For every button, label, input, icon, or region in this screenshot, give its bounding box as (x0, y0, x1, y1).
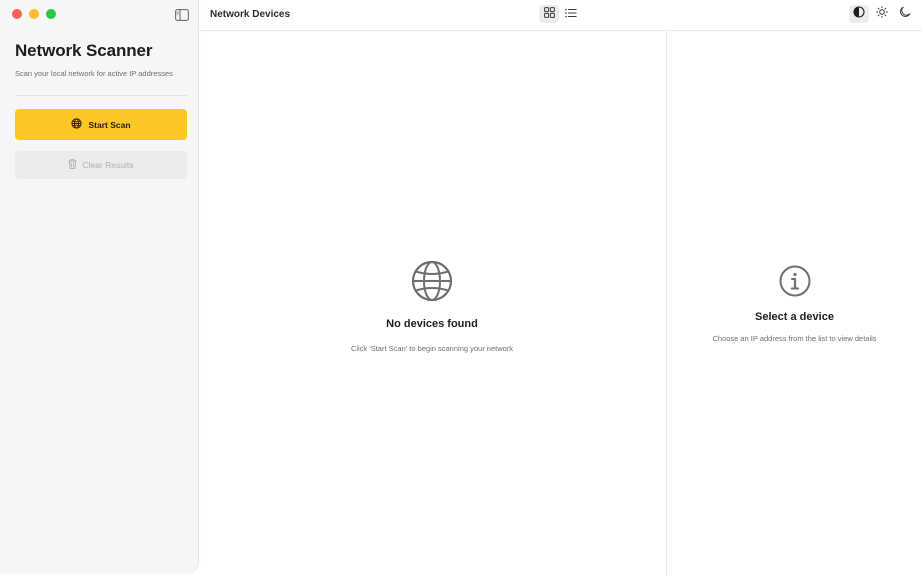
detail-empty-subtitle: Choose an IP address from the list to vi… (712, 334, 877, 343)
sidebar-toggle-icon[interactable] (175, 8, 189, 21)
auto-appearance-button[interactable] (849, 5, 869, 23)
appearance-switch (849, 5, 915, 23)
empty-state-subtitle: Click 'Start Scan' to begin scanning you… (350, 344, 514, 353)
toolbar-title: Network Devices (210, 9, 291, 20)
globe-icon (411, 260, 453, 307)
list-view-button[interactable] (561, 5, 581, 23)
clear-results-label: Clear Results (82, 160, 134, 170)
grid-view-button[interactable] (539, 5, 559, 23)
app-subtitle: Scan your local network for active IP ad… (15, 69, 173, 78)
info-icon (779, 265, 811, 302)
minimize-window-button[interactable] (29, 9, 39, 19)
empty-state-title: No devices found (386, 318, 478, 330)
sidebar-divider (15, 95, 187, 96)
app-window: Network Scanner Scan your local network … (0, 0, 922, 576)
start-scan-label: Start Scan (88, 119, 131, 130)
app-title: Network Scanner (15, 41, 153, 60)
moon-icon (899, 5, 911, 23)
detail-empty-state: Select a device Choose an IP address fro… (667, 265, 922, 343)
toolbar-divider (198, 30, 922, 31)
grid-icon (543, 5, 555, 23)
sun-icon (876, 5, 888, 23)
maximize-window-button[interactable] (46, 9, 56, 19)
detail-empty-title: Select a device (755, 311, 834, 323)
close-window-button[interactable] (12, 9, 22, 19)
dark-appearance-button[interactable] (895, 5, 915, 23)
list-icon (565, 5, 577, 23)
view-mode-switch (539, 5, 581, 23)
window-controls (12, 9, 56, 19)
device-list-empty-state: No devices found Click 'Start Scan' to b… (198, 260, 666, 353)
sidebar: Network Scanner Scan your local network … (0, 0, 198, 572)
clear-results-button[interactable]: Clear Results (15, 151, 187, 179)
auto-appearance-icon (853, 5, 865, 23)
start-scan-button[interactable]: Start Scan (15, 109, 187, 140)
trash-icon (68, 159, 77, 171)
light-appearance-button[interactable] (872, 5, 892, 23)
globe-icon (71, 118, 83, 131)
